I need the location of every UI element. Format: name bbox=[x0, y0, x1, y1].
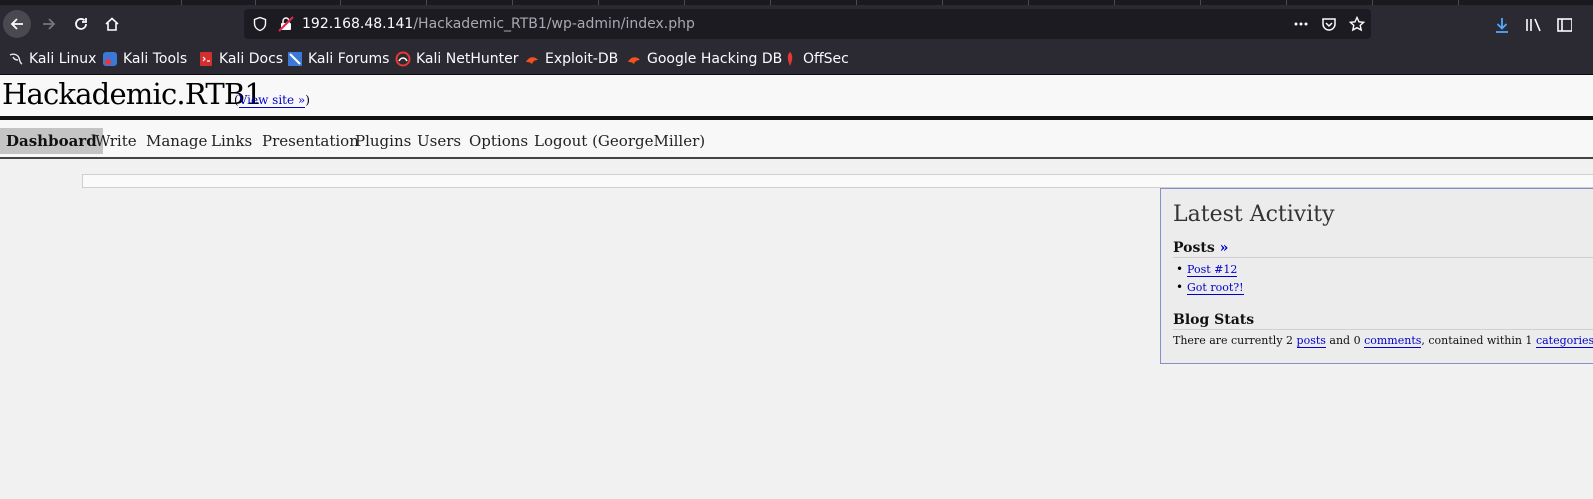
bookmark-offsec[interactable]: OffSec bbox=[782, 51, 849, 67]
view-site-link[interactable]: View site » bbox=[238, 93, 306, 108]
forward-arrow-icon bbox=[43, 18, 56, 30]
url-text: 192.168.48.141/Hackademic_RTB1/wp-admin/… bbox=[302, 16, 695, 32]
back-arrow-icon bbox=[10, 18, 23, 30]
posts-more-link[interactable]: » bbox=[1220, 240, 1229, 256]
blog-stats-heading: Blog Stats bbox=[1173, 312, 1593, 330]
kali-forums-icon bbox=[288, 52, 302, 66]
bookmark-kali-linux[interactable]: Kali Linux bbox=[8, 51, 96, 67]
kali-tools-icon bbox=[103, 52, 117, 66]
bookmarks-toolbar: Kali Linux Kali Tools Kali Docs Kali For… bbox=[0, 45, 1593, 75]
bookmark-label: Kali Tools bbox=[123, 51, 188, 67]
menu-item-users[interactable]: Users bbox=[417, 132, 461, 150]
stats-comments-link[interactable]: comments bbox=[1364, 334, 1422, 348]
menu-item-plugins[interactable]: Plugins bbox=[355, 132, 411, 150]
bookmark-label: Kali Docs bbox=[219, 51, 284, 67]
post-link[interactable]: Post #12 bbox=[1187, 263, 1238, 277]
bookmark-kali-nethunter[interactable]: Kali NetHunter bbox=[395, 51, 518, 67]
forward-button[interactable] bbox=[35, 10, 63, 38]
menu-item-dashboard[interactable]: Dashboard bbox=[0, 128, 103, 154]
pocket-icon[interactable] bbox=[1321, 16, 1337, 32]
kali-dragon-icon bbox=[9, 53, 23, 65]
stats-categories-link[interactable]: categories bbox=[1535, 334, 1593, 348]
sidebar-icon[interactable] bbox=[1556, 17, 1572, 33]
bookmark-label: Kali Linux bbox=[29, 51, 97, 67]
offsec-icon bbox=[787, 52, 793, 66]
list-item: Post #12 bbox=[1176, 262, 1244, 277]
bookmark-google-hacking-db[interactable]: Google Hacking DB bbox=[626, 51, 782, 67]
bookmark-star-icon[interactable] bbox=[1349, 16, 1365, 32]
insecure-lock-icon[interactable] bbox=[278, 16, 294, 32]
home-button[interactable] bbox=[98, 10, 126, 38]
stats-posts-link[interactable]: posts bbox=[1296, 334, 1326, 348]
site-title: Hackademic.RTB1 bbox=[2, 77, 263, 111]
nethunter-icon bbox=[395, 51, 411, 67]
bookmark-kali-docs[interactable]: Kali Docs bbox=[198, 51, 283, 67]
bookmark-label: Kali Forums bbox=[308, 51, 390, 67]
bookmark-label: Google Hacking DB bbox=[647, 51, 783, 67]
posts-list: Post #12 Got root?! bbox=[1176, 262, 1244, 299]
download-icon[interactable] bbox=[1494, 17, 1510, 33]
home-icon bbox=[105, 17, 119, 31]
view-site-wrapper: (View site ») bbox=[234, 93, 310, 108]
reload-icon bbox=[75, 18, 87, 30]
bookmark-label: Kali NetHunter bbox=[416, 51, 519, 67]
menu-item-manage[interactable]: Manage bbox=[146, 132, 207, 150]
bookmark-label: OffSec bbox=[803, 51, 849, 67]
bookmark-exploit-db[interactable]: Exploit-DB bbox=[524, 51, 618, 67]
bookmark-kali-tools[interactable]: Kali Tools bbox=[102, 51, 187, 67]
latest-activity-title: Latest Activity bbox=[1173, 202, 1335, 227]
bookmark-kali-forums[interactable]: Kali Forums bbox=[287, 51, 389, 67]
browser-toolbar: 192.168.48.141/Hackademic_RTB1/wp-admin/… bbox=[0, 5, 1593, 45]
menu-item-write[interactable]: Write bbox=[95, 132, 137, 150]
tracking-shield-icon[interactable] bbox=[252, 16, 268, 32]
blog-stats-text: There are currently 2 posts and 0 commen… bbox=[1173, 334, 1593, 348]
site-header: Hackademic.RTB1 (View site ») bbox=[0, 75, 1593, 116]
admin-menu: Dashboard Write Manage Links Presentatio… bbox=[0, 120, 1593, 159]
reload-button[interactable] bbox=[67, 10, 95, 38]
list-item: Got root?! bbox=[1176, 280, 1244, 295]
dashboard-notice-box bbox=[82, 174, 1593, 188]
menu-item-options[interactable]: Options bbox=[469, 132, 528, 150]
posts-heading: Posts » bbox=[1173, 240, 1593, 258]
menu-item-links[interactable]: Links bbox=[211, 132, 252, 150]
bookmark-label: Exploit-DB bbox=[545, 51, 619, 67]
menu-item-presentation[interactable]: Presentation bbox=[262, 132, 359, 150]
library-icon[interactable] bbox=[1525, 17, 1543, 33]
latest-activity-panel: Latest Activity Posts » Post #12 Got roo… bbox=[1160, 188, 1593, 364]
url-bar[interactable]: 192.168.48.141/Hackademic_RTB1/wp-admin/… bbox=[244, 9, 1371, 39]
kali-docs-icon bbox=[200, 52, 212, 66]
back-button[interactable] bbox=[3, 10, 31, 38]
page-actions-icon[interactable] bbox=[1293, 16, 1309, 32]
exploit-db-icon bbox=[526, 57, 538, 64]
ghdb-icon bbox=[628, 57, 640, 64]
menu-item-logout[interactable]: Logout (GeorgeMiller) bbox=[534, 132, 705, 150]
post-link[interactable]: Got root?! bbox=[1187, 281, 1244, 295]
